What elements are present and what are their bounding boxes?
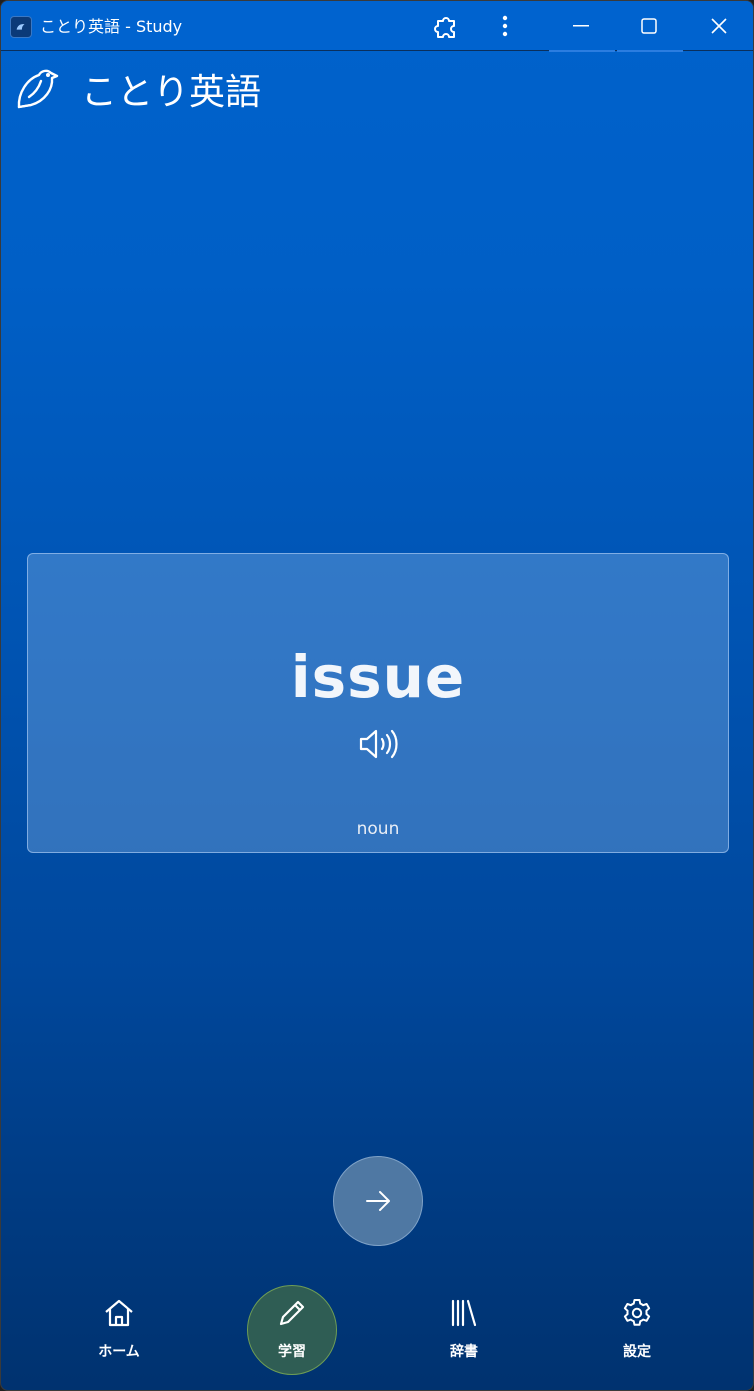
nav-label-dictionary: 辞書 <box>450 1344 478 1360</box>
more-options-button[interactable] <box>475 1 535 51</box>
maximize-button[interactable] <box>619 1 679 51</box>
app-brand-title: ことり英語 <box>81 72 262 113</box>
next-card-button[interactable] <box>333 1156 423 1246</box>
arrow-right-icon <box>366 1191 390 1211</box>
home-icon <box>105 1299 133 1327</box>
card-word: issue <box>290 643 466 711</box>
window-title: ことり英語 - Study <box>40 17 183 36</box>
gear-icon <box>623 1299 651 1326</box>
app-icon <box>10 16 32 38</box>
close-button[interactable] <box>689 1 749 51</box>
app-window: ことり英語 - Study ことり英語 issue noun ホーム 学習 辞書… <box>0 0 754 1391</box>
extensions-icon <box>434 17 455 38</box>
flashcard[interactable]: issue noun <box>27 553 729 853</box>
nav-item-dictionary[interactable]: 辞書 <box>414 1281 514 1381</box>
bird-icon <box>17 69 59 109</box>
title-bar[interactable]: ことり英語 - Study <box>1 1 753 52</box>
nav-item-study[interactable]: 学習 <box>242 1281 342 1381</box>
nav-item-settings[interactable]: 設定 <box>587 1281 687 1381</box>
part-of-speech: noun <box>356 819 400 839</box>
pencil-icon <box>279 1300 305 1326</box>
more-icon <box>502 15 508 37</box>
nav-label-settings: 設定 <box>623 1344 651 1360</box>
minimize-button[interactable] <box>551 1 611 51</box>
bottom-navigation: ホーム 学習 辞書 設定 <box>1 1281 753 1381</box>
extensions-button[interactable] <box>417 1 477 51</box>
library-icon <box>451 1299 477 1327</box>
maximize-icon <box>641 18 657 34</box>
close-icon <box>711 18 727 34</box>
speaker-icon[interactable] <box>358 726 400 762</box>
app-header: ことり英語 <box>1 51 753 135</box>
nav-item-home[interactable]: ホーム <box>69 1281 169 1381</box>
nav-label-home: ホーム <box>98 1344 140 1360</box>
minimize-icon <box>573 25 589 27</box>
nav-label-study: 学習 <box>278 1344 306 1360</box>
